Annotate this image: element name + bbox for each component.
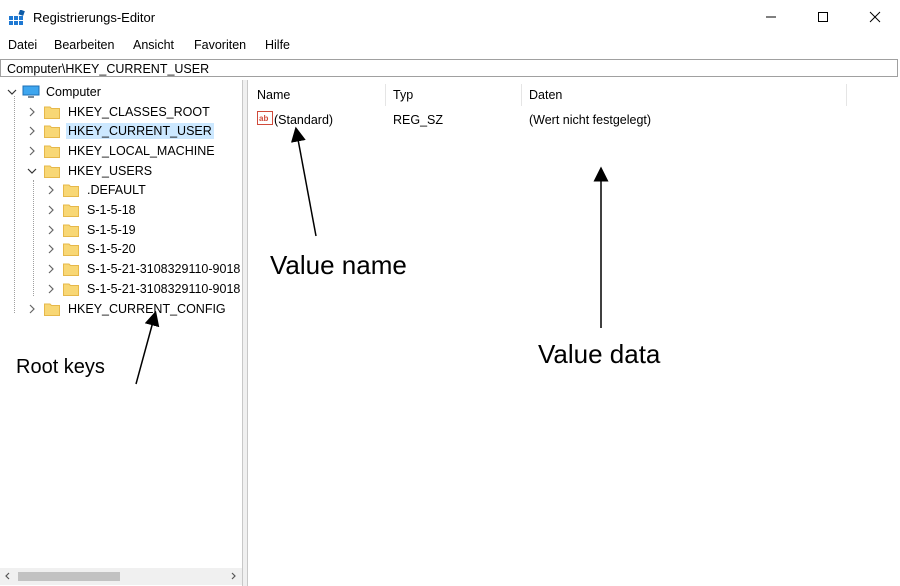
window-title: Registrierungs-Editor	[33, 10, 156, 25]
string-value-icon: ab	[257, 111, 273, 125]
value-name-cell: (Standard)	[274, 113, 334, 127]
close-icon	[869, 11, 881, 23]
minimize-button[interactable]	[748, 0, 794, 34]
tree-item-key[interactable]: S-1-5-19	[45, 220, 138, 239]
column-separator[interactable]	[846, 84, 847, 106]
chevron-right-icon[interactable]	[45, 263, 57, 275]
tree-item-key[interactable]: HKEY_CURRENT_USER	[26, 122, 214, 141]
chevron-down-icon[interactable]	[6, 86, 18, 98]
folder-icon	[44, 165, 60, 178]
column-separator[interactable]	[385, 84, 386, 106]
tree-item-label: S-1-5-19	[87, 222, 136, 237]
tree-item-key[interactable]: S-1-5-21-3108329110-9018	[45, 279, 242, 298]
key-tree-pane[interactable]: Computer HKEY_CLASSES_ROOT HKEY_CURRENT_U…	[0, 80, 243, 586]
tree-guide-line	[33, 180, 34, 296]
annotation-value-name: Value name	[270, 250, 407, 280]
minimize-icon	[766, 16, 776, 18]
tree-guide-line	[14, 96, 15, 313]
chevron-right-icon[interactable]	[45, 283, 57, 295]
menu-ansicht[interactable]: Ansicht	[133, 38, 174, 52]
folder-icon	[44, 106, 60, 119]
folder-icon	[63, 243, 79, 257]
menu-hilfe[interactable]: Hilfe	[265, 38, 290, 52]
tree-item-label: HKEY_CURRENT_USER	[66, 123, 214, 140]
tree-item-label: S-1-5-18	[87, 203, 136, 217]
maximize-button[interactable]	[800, 0, 846, 34]
column-header-name[interactable]: Name	[257, 88, 290, 102]
menu-bearbeiten[interactable]: Bearbeiten	[54, 38, 114, 52]
computer-icon	[22, 85, 40, 98]
address-path: Computer\HKEY_CURRENT_USER	[7, 62, 210, 76]
menu-favoriten[interactable]: Favoriten	[194, 38, 246, 52]
tree-item-key[interactable]: HKEY_CURRENT_CONFIG	[26, 299, 228, 318]
folder-icon	[63, 283, 79, 296]
chevron-right-icon[interactable]	[45, 224, 57, 236]
tree-item-key[interactable]: HKEY_CLASSES_ROOT	[26, 102, 212, 121]
tree-item-key[interactable]: HKEY_USERS	[26, 161, 154, 180]
folder-icon	[63, 204, 79, 217]
chevron-right-icon[interactable]	[26, 303, 38, 315]
value-data-cell: (Wert nicht festgelegt)	[529, 113, 652, 127]
column-header-type[interactable]: Typ	[393, 88, 413, 102]
menu-datei[interactable]: Datei	[8, 38, 37, 52]
folder-icon	[44, 145, 60, 158]
folder-icon	[44, 125, 60, 139]
tree-item-label: S-1-5-21-3108329110-9018	[87, 281, 241, 296]
chevron-right-icon[interactable]	[26, 125, 38, 137]
address-bar[interactable]: Computer\HKEY_CURRENT_USER	[0, 59, 898, 77]
chevron-right-icon[interactable]	[45, 204, 57, 216]
annotation-value-data: Value data	[538, 339, 661, 369]
tree-item-label: .DEFAULT	[87, 183, 146, 198]
chevron-right-icon[interactable]	[26, 145, 38, 157]
column-header-data[interactable]: Daten	[529, 88, 562, 102]
scrollbar-thumb[interactable]	[18, 572, 120, 581]
svg-text:ab: ab	[259, 114, 268, 123]
tree-horizontal-scrollbar[interactable]	[0, 568, 242, 585]
folder-icon	[44, 303, 60, 316]
close-button[interactable]	[852, 0, 898, 34]
tree-item-key[interactable]: S-1-5-18	[45, 201, 138, 220]
tree-item-label: S-1-5-20	[87, 242, 136, 257]
scroll-right-icon[interactable]	[228, 571, 238, 581]
chevron-right-icon[interactable]	[26, 106, 38, 118]
tree-item-label: HKEY_USERS	[68, 163, 153, 178]
tree-item-label: HKEY_CLASSES_ROOT	[68, 104, 210, 119]
tree-item-key[interactable]: .DEFAULT	[45, 181, 148, 200]
annotation-root-keys: Root keys	[16, 356, 105, 378]
column-separator[interactable]	[521, 84, 522, 106]
tree-item-key[interactable]: S-1-5-21-3108329110-9018	[45, 260, 242, 279]
registry-editor-app-icon	[9, 10, 25, 25]
values-list-pane[interactable]: Name Typ Daten ab (Standard) REG_SZ (Wer…	[248, 80, 900, 586]
tree-item-label: S-1-5-21-3108329110-9018	[87, 262, 241, 277]
tree-item-label: Computer	[46, 84, 101, 99]
scroll-left-icon[interactable]	[3, 571, 13, 581]
tree-item-key[interactable]: HKEY_LOCAL_MACHINE	[26, 141, 217, 160]
folder-icon	[63, 224, 79, 237]
chevron-down-icon[interactable]	[26, 165, 38, 177]
chevron-right-icon[interactable]	[45, 243, 57, 255]
folder-icon	[63, 184, 79, 198]
chevron-right-icon[interactable]	[45, 184, 57, 196]
folder-icon	[63, 263, 79, 277]
tree-item-key[interactable]: S-1-5-20	[45, 240, 138, 259]
tree-item-computer[interactable]: Computer	[6, 82, 103, 101]
value-type-cell: REG_SZ	[393, 113, 444, 127]
title-bar: Registrierungs-Editor	[0, 0, 900, 36]
tree-item-label: HKEY_LOCAL_MACHINE	[68, 143, 215, 158]
menu-bar: Datei Bearbeiten Ansicht Favoriten Hilfe	[0, 36, 900, 56]
tree-item-label: HKEY_CURRENT_CONFIG	[68, 301, 226, 316]
maximize-icon	[818, 12, 828, 22]
